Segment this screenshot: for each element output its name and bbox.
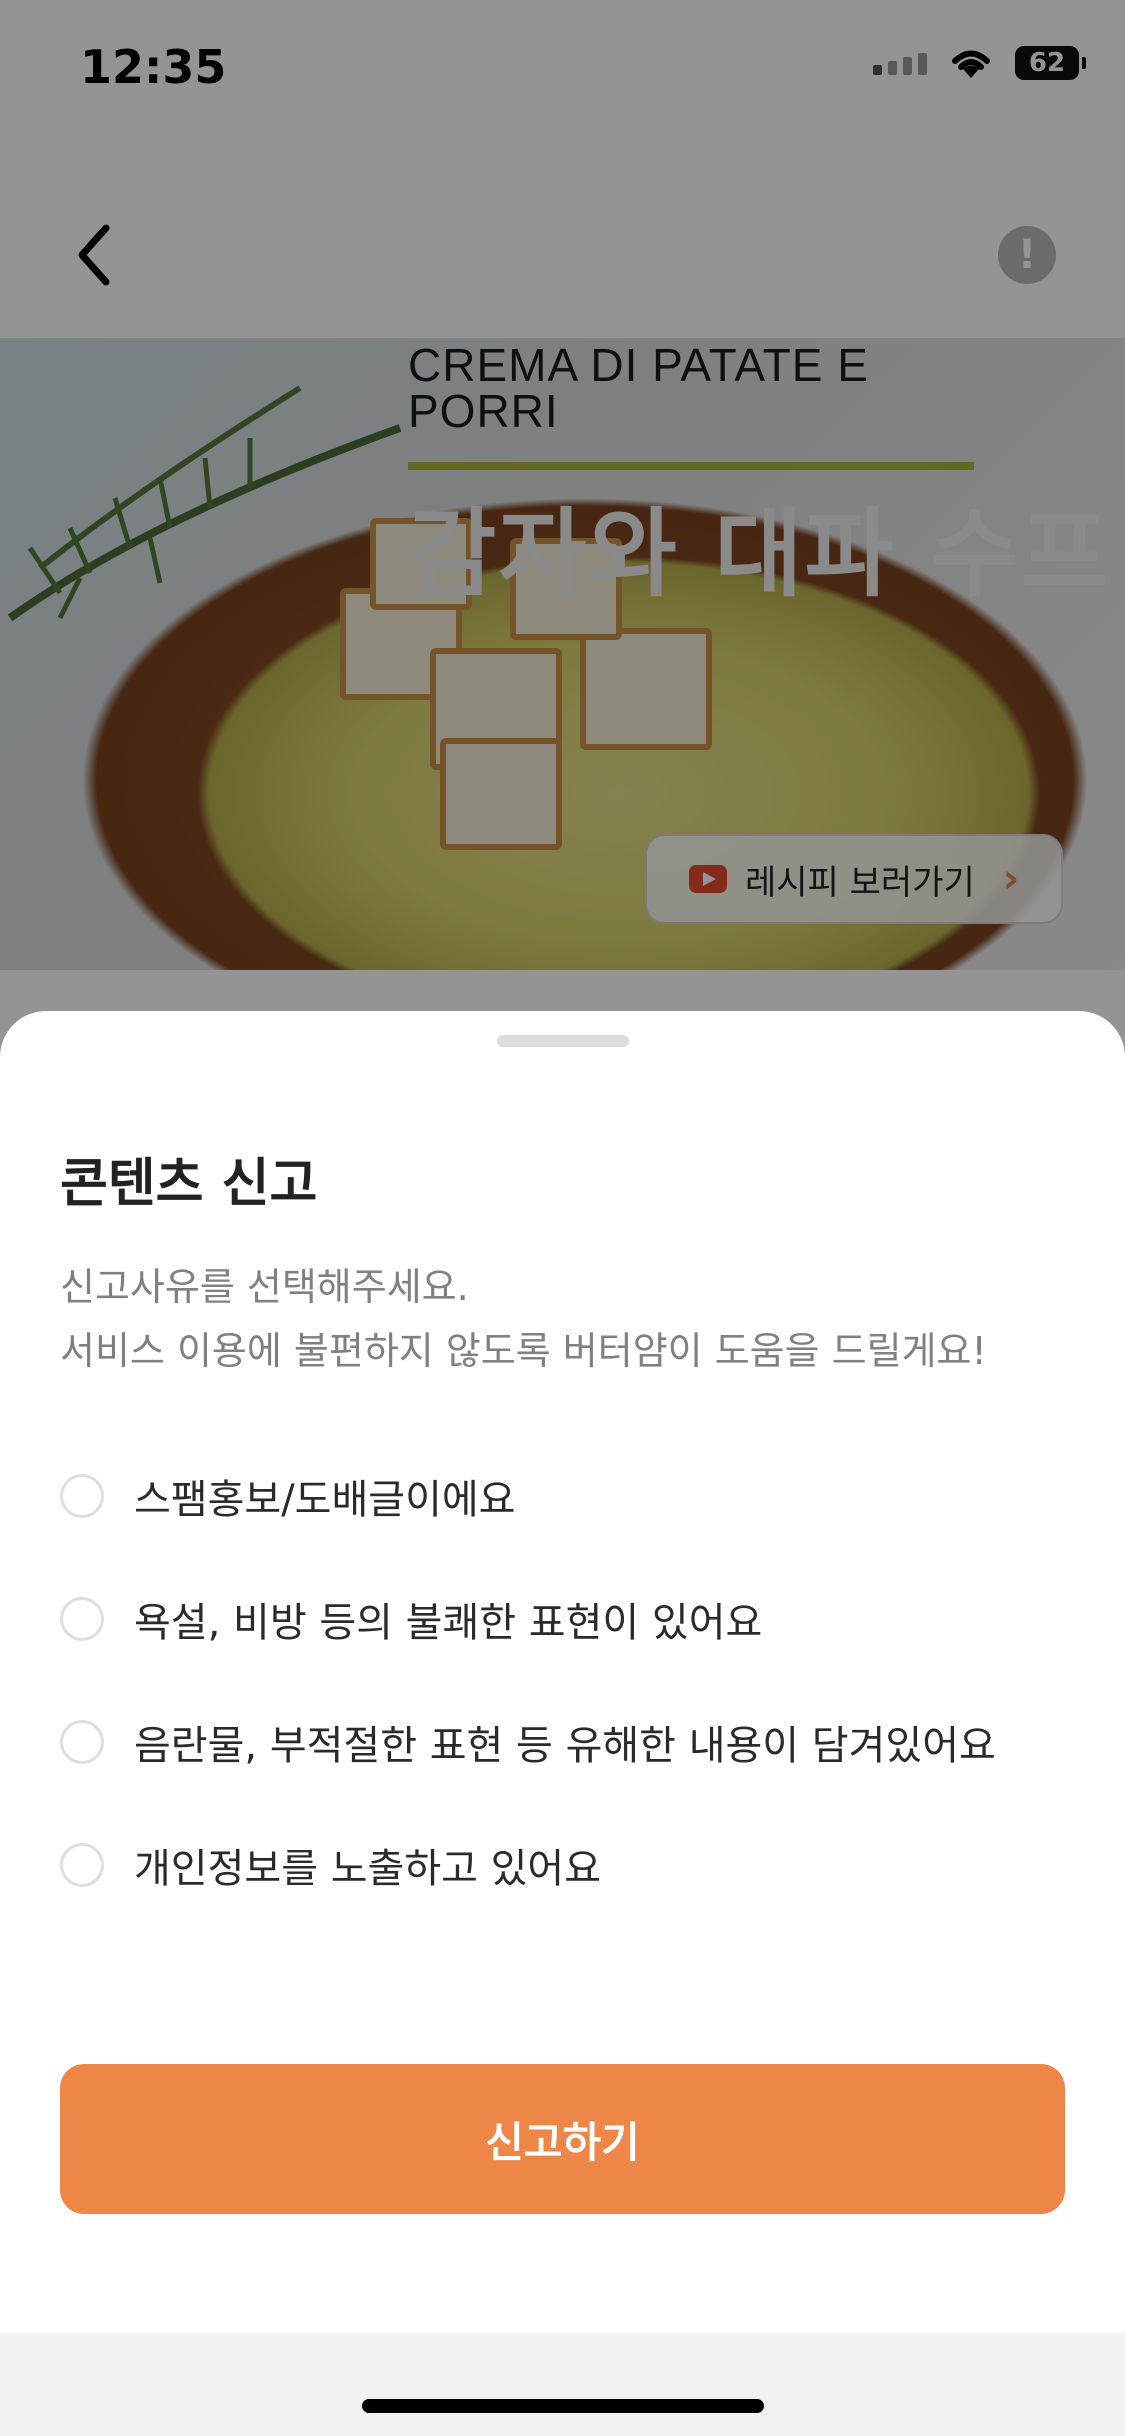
- radio-button[interactable]: [60, 1720, 104, 1764]
- reason-label: 음란물, 부적절한 표현 등 유해한 내용이 담겨있어요: [134, 1723, 996, 1769]
- reason-option-spam[interactable]: 스팸홍보/도배글이에요: [60, 1461, 515, 1531]
- radio-button[interactable]: [60, 1843, 104, 1887]
- radio-button[interactable]: [60, 1474, 104, 1518]
- sheet-title: 콘텐츠 신고: [60, 1154, 318, 1214]
- home-indicator[interactable]: [362, 2399, 764, 2413]
- sheet-description: 신고사유를 선택해주세요. 서비스 이용에 불편하지 않도록 버터얌이 도움을 …: [60, 1255, 987, 1383]
- reason-option-abuse[interactable]: 욕설, 비방 등의 불쾌한 표현이 있어요: [60, 1584, 762, 1654]
- submit-report-button[interactable]: 신고하기: [60, 2064, 1065, 2214]
- radio-button[interactable]: [60, 1597, 104, 1641]
- reason-label: 스팸홍보/도배글이에요: [134, 1477, 516, 1523]
- home-indicator-area: [0, 2333, 1125, 2436]
- reason-label: 욕설, 비방 등의 불쾌한 표현이 있어요: [134, 1600, 763, 1646]
- reason-label: 개인정보를 노출하고 있어요: [134, 1846, 602, 1892]
- sheet-grabber[interactable]: [497, 1035, 629, 1047]
- report-bottom-sheet: 콘텐츠 신고 신고사유를 선택해주세요. 서비스 이용에 불편하지 않도록 버터…: [0, 1011, 1125, 2436]
- description-line-2: 서비스 이용에 불편하지 않도록 버터얌이 도움을 드릴게요!: [60, 1329, 987, 1373]
- reason-option-privacy[interactable]: 개인정보를 노출하고 있어요: [60, 1830, 601, 1900]
- description-line-1: 신고사유를 선택해주세요.: [60, 1265, 469, 1309]
- reason-option-harmful[interactable]: 음란물, 부적절한 표현 등 유해한 내용이 담겨있어요: [60, 1707, 996, 1777]
